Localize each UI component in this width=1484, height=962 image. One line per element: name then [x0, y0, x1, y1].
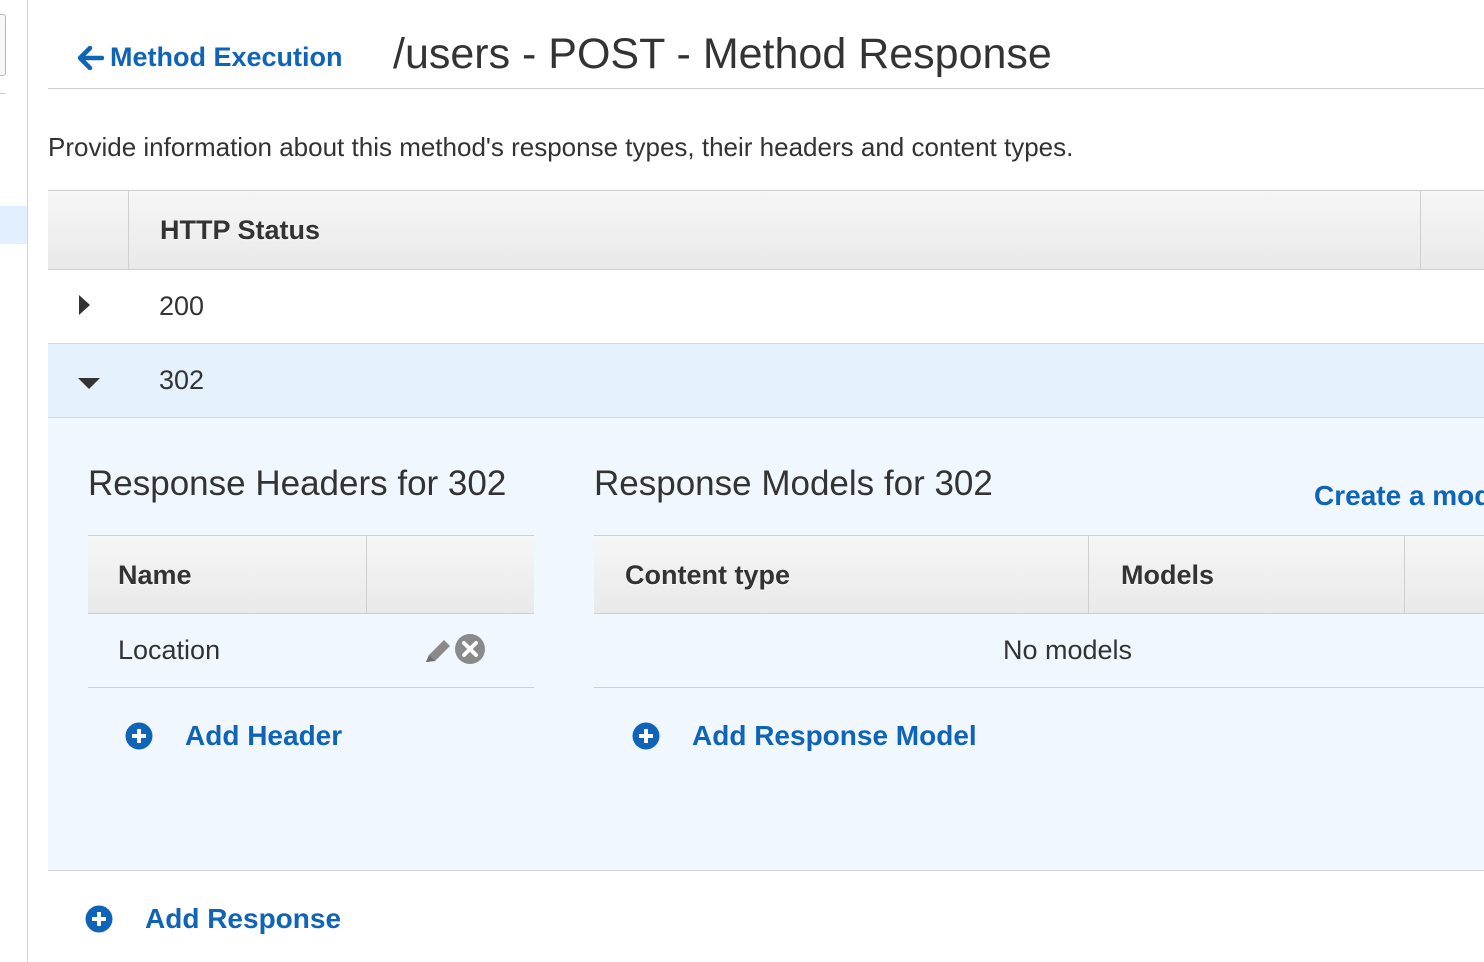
plus-circle-icon — [632, 722, 660, 750]
status-table-header: HTTP Status — [48, 190, 1484, 270]
back-to-method-execution-link[interactable]: Method Execution — [78, 42, 343, 73]
add-response-model-button[interactable]: Add Response Model — [632, 720, 977, 752]
column-divider — [1088, 536, 1089, 613]
sidebar — [0, 0, 28, 962]
pencil-icon[interactable] — [422, 636, 454, 668]
models-empty-row: No models — [594, 614, 1484, 688]
column-divider — [128, 191, 129, 269]
create-model-link[interactable]: Create a model — [1314, 480, 1484, 512]
column-divider — [1404, 536, 1405, 613]
back-link-label: Method Execution — [110, 42, 343, 72]
add-header-label: Add Header — [185, 720, 343, 751]
header-row-location: Location — [88, 614, 534, 688]
column-divider — [366, 536, 367, 613]
plus-circle-icon — [125, 722, 153, 750]
caret-down-icon[interactable] — [77, 376, 101, 390]
headers-table-header: Name — [88, 535, 534, 614]
status-code: 200 — [159, 291, 205, 321]
remove-circle-icon[interactable] — [454, 633, 486, 665]
response-headers-title: Response Headers for 302 — [88, 464, 507, 503]
header-name: Location — [118, 635, 221, 665]
response-detail-panel: Response Headers for 302 Name Location A… — [48, 418, 1484, 871]
page-title: /users - POST - Method Response — [393, 30, 1052, 78]
page-header: Method Execution /users - POST - Method … — [48, 0, 1484, 89]
caret-right-icon[interactable] — [77, 294, 91, 316]
status-row-302[interactable]: 302 — [48, 344, 1484, 418]
sidebar-toggle-button[interactable] — [0, 14, 6, 76]
status-code: 302 — [159, 365, 205, 395]
sidebar-divider — [0, 93, 6, 94]
method-response-page: Method Execution /users - POST - Method … — [0, 0, 1484, 962]
models-column-header: Models — [1121, 560, 1215, 590]
arrow-left-icon — [78, 45, 104, 70]
http-status-column-header: HTTP Status — [160, 215, 321, 245]
add-response-button[interactable]: Add Response — [85, 903, 341, 935]
add-response-model-label: Add Response Model — [692, 720, 977, 751]
response-models-title: Response Models for 302 — [594, 464, 993, 503]
column-divider — [1420, 191, 1421, 269]
page-description: Provide information about this method's … — [48, 132, 1074, 162]
sidebar-active-item[interactable] — [0, 206, 27, 244]
content-type-column-header: Content type — [625, 560, 790, 590]
plus-circle-icon — [85, 905, 113, 933]
models-table-header: Content type Models — [594, 535, 1484, 614]
status-row-200[interactable]: 200 — [48, 270, 1484, 344]
add-header-button[interactable]: Add Header — [125, 720, 342, 752]
no-models-text: No models — [1003, 635, 1133, 665]
http-status-table: HTTP Status 200 302 Response Headers for… — [48, 190, 1484, 871]
name-column-header: Name — [118, 560, 192, 590]
add-response-label: Add Response — [145, 903, 342, 934]
